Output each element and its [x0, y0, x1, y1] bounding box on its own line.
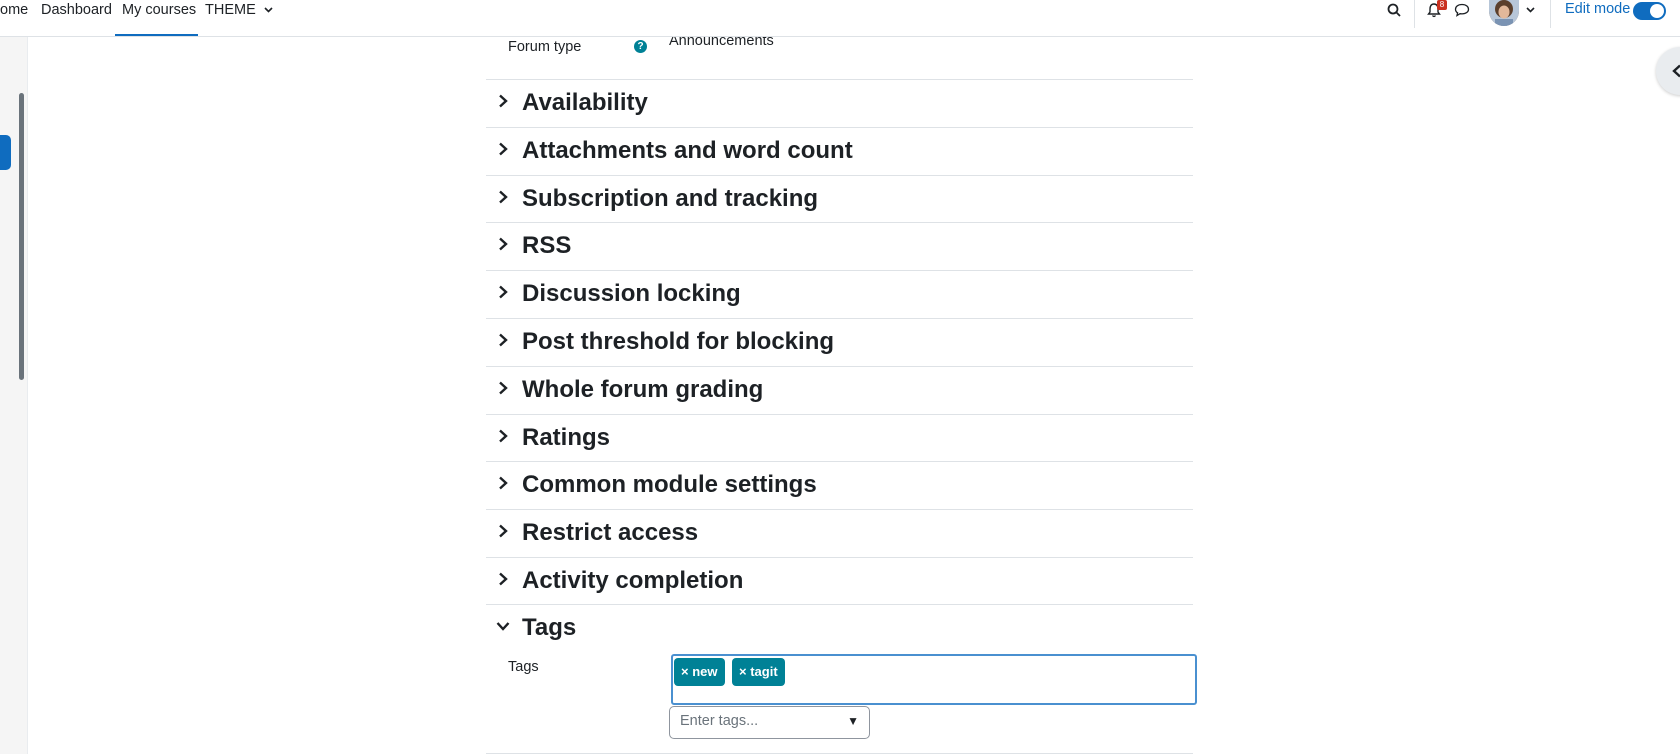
search-button[interactable]: [1384, 0, 1404, 20]
nav-dashboard-label: Dashboard: [41, 2, 112, 18]
course-index-tab[interactable]: [0, 135, 11, 170]
tag-chip-new[interactable]: × new: [674, 658, 725, 686]
section-title: Tags: [522, 614, 577, 641]
section-common-module-settings[interactable]: Common module settings: [486, 461, 1193, 509]
nav-home-link[interactable]: ome: [0, 0, 28, 36]
user-photo-icon: [1489, 0, 1519, 26]
toggle-knob: [1650, 4, 1664, 18]
section-title: RSS: [522, 232, 572, 259]
section-post-threshold[interactable]: Post threshold for blocking: [486, 318, 1193, 366]
nav-dashboard-link[interactable]: Dashboard: [41, 0, 112, 36]
section-title: Ratings: [522, 424, 611, 451]
user-avatar[interactable]: [1489, 0, 1519, 26]
section-title: Activity completion: [522, 567, 744, 594]
section-title: Attachments and word count: [522, 137, 853, 164]
section-attachments-word-count[interactable]: Attachments and word count: [486, 127, 1193, 175]
block-drawer-toggle[interactable]: [1656, 47, 1680, 95]
tags-input[interactable]: [680, 713, 830, 729]
chevron-right-icon: [499, 333, 508, 347]
section-title: Subscription and tracking: [522, 185, 819, 212]
section-subscription-tracking[interactable]: Subscription and tracking: [486, 175, 1193, 223]
section-title: Common module settings: [522, 471, 817, 498]
section-availability[interactable]: Availability: [486, 79, 1193, 127]
chevron-down-icon: [264, 7, 273, 13]
chevron-right-icon: [499, 285, 508, 299]
chevron-right-icon: [499, 429, 508, 443]
chevron-right-icon: [499, 572, 508, 586]
help-icon[interactable]: ?: [634, 40, 647, 53]
user-menu-toggle[interactable]: [1523, 0, 1537, 20]
section-activity-completion[interactable]: Activity completion: [486, 557, 1193, 605]
chevron-right-icon: [499, 142, 508, 156]
messages-button[interactable]: [1452, 0, 1472, 20]
chevron-right-icon: [499, 94, 508, 108]
nav-my-courses-label: My courses: [122, 2, 197, 18]
chevron-right-icon: [499, 381, 508, 395]
chevron-right-icon: [499, 190, 508, 204]
section-title: Post threshold for blocking: [522, 328, 835, 355]
edit-mode-toggle[interactable]: [1633, 2, 1666, 20]
scrollbar-thumb[interactable]: [19, 93, 24, 380]
section-rss[interactable]: RSS: [486, 222, 1193, 270]
chat-bubble-icon: [1454, 3, 1470, 17]
nav-theme-label: THEME: [205, 2, 256, 18]
chevron-left-icon: [1672, 64, 1680, 78]
chevron-right-icon: [499, 476, 508, 490]
selected-tags-box: × new × tagit: [671, 654, 1197, 705]
nav-home-label: ome: [0, 2, 29, 18]
tag-chip-tagit[interactable]: × tagit: [732, 658, 785, 686]
section-title: Whole forum grading: [522, 376, 764, 403]
section-title: Availability: [522, 89, 648, 116]
search-icon: [1387, 3, 1401, 17]
chevron-down-icon: [1525, 7, 1535, 13]
nav-my-courses-link[interactable]: My courses: [115, 0, 198, 36]
section-restrict-access[interactable]: Restrict access: [486, 509, 1193, 557]
navbar-divider: [1414, 0, 1415, 28]
navbar-divider: [1550, 0, 1551, 28]
tags-autocomplete[interactable]: ▼: [669, 706, 870, 739]
dropdown-arrow-icon[interactable]: ▼: [847, 714, 859, 728]
top-navbar: ome Dashboard My courses THEME 8 Edit mo…: [0, 0, 1680, 37]
section-title: Discussion locking: [522, 280, 741, 307]
tags-field-label: Tags: [508, 659, 539, 675]
section-discussion-locking[interactable]: Discussion locking: [486, 270, 1193, 318]
edit-mode-label: Edit mode: [1565, 1, 1631, 17]
forum-type-label: Forum type: [508, 39, 582, 55]
section-title: Restrict access: [522, 519, 699, 546]
section-ratings[interactable]: Ratings: [486, 414, 1193, 462]
chevron-down-icon: [496, 622, 510, 631]
notification-count-badge: 8: [1437, 0, 1447, 10]
section-tags[interactable]: Tags: [486, 604, 1193, 652]
chevron-right-icon: [499, 524, 508, 538]
section-whole-forum-grading[interactable]: Whole forum grading: [486, 366, 1193, 414]
nav-theme-menu[interactable]: THEME: [205, 0, 273, 36]
chevron-right-icon: [499, 237, 508, 251]
